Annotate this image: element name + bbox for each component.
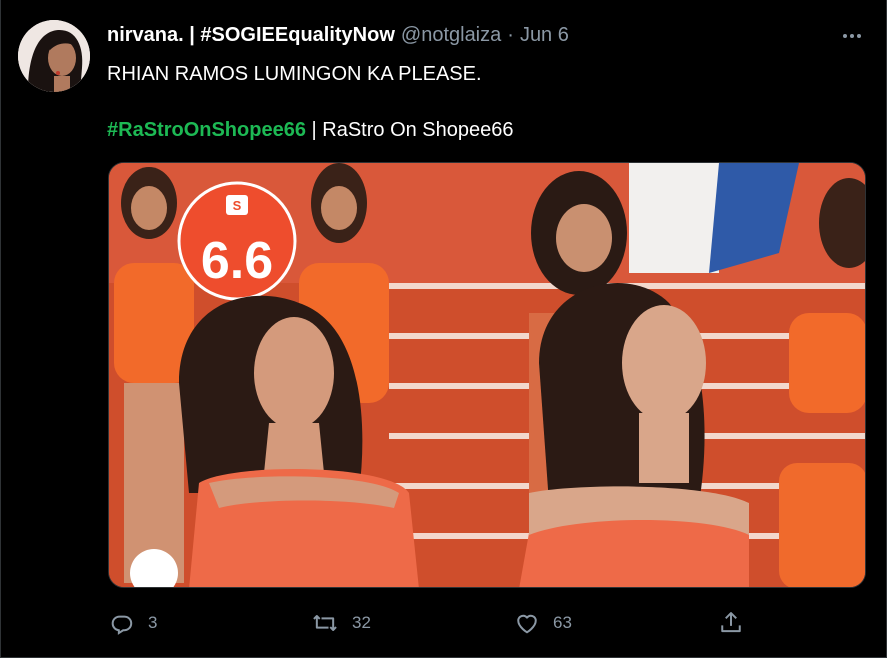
avatar-image: [18, 20, 90, 92]
svg-text:S: S: [233, 198, 242, 213]
more-button[interactable]: [836, 22, 868, 50]
retweet-icon: [313, 615, 337, 631]
like-button[interactable]: 63: [513, 606, 572, 640]
reply-button[interactable]: 3: [108, 606, 157, 640]
tweet-text-rest: | RaStro On Shopee66: [305, 119, 514, 141]
heart-icon: [517, 614, 537, 634]
retweet-button[interactable]: 32: [310, 606, 371, 640]
reply-bubble-icon: [111, 615, 133, 635]
tweet-actions: 3 32 63: [0, 606, 887, 640]
reply-count: 3: [148, 613, 158, 632]
share-upload-icon: [721, 612, 741, 633]
like-count: 63: [553, 613, 572, 632]
tweet-header: nirvana. | #SOGIEEqualityNow @notglaiza …: [107, 24, 569, 50]
tweet-text-line2: #RaStroOnShopee66 | RaStro On Shopee66: [107, 117, 514, 143]
media-badge-text: 6.6: [201, 232, 273, 290]
tweet-media-image[interactable]: S 6.6: [108, 162, 866, 588]
media-illustration: S 6.6: [109, 163, 865, 587]
tweet-text-line1: RHIAN RAMOS LUMINGON KA PLEASE.: [107, 63, 482, 85]
user-handle[interactable]: @notglaiza: [401, 24, 501, 47]
avatar[interactable]: [18, 20, 90, 92]
more-dots-icon: [843, 34, 847, 38]
hashtag-link[interactable]: #RaStroOnShopee66: [107, 119, 306, 141]
retweet-count: 32: [352, 613, 371, 632]
share-button[interactable]: [717, 606, 745, 640]
header-separator: ·: [507, 24, 514, 46]
display-name[interactable]: nirvana. | #SOGIEEqualityNow: [107, 24, 395, 47]
tweet-date[interactable]: Jun 6: [520, 24, 569, 47]
frame-border-left: [0, 0, 1, 658]
